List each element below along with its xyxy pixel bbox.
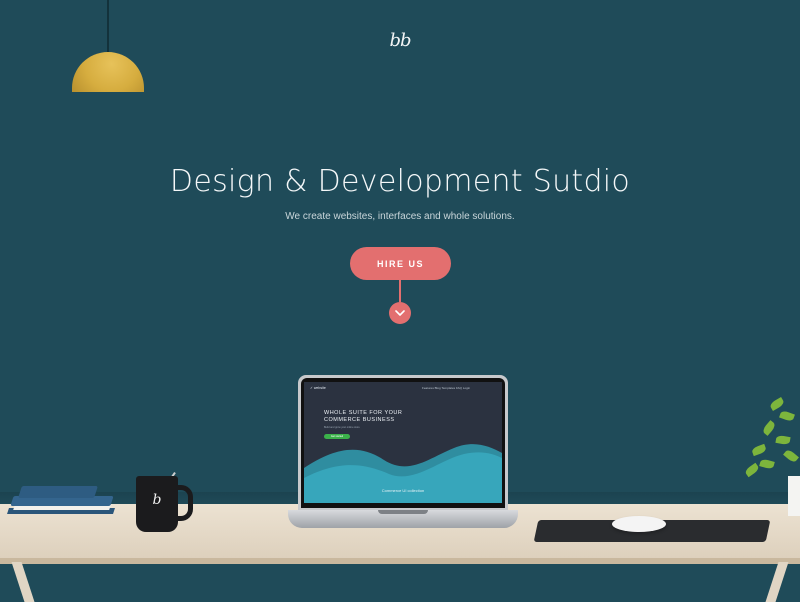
screen-waves bbox=[304, 444, 502, 503]
screen-footer-text: Commerce UI collection bbox=[381, 488, 425, 493]
page-subtitle: We create websites, interfaces and whole… bbox=[285, 211, 515, 222]
plant-leaf bbox=[743, 462, 761, 478]
chevron-down-icon bbox=[395, 310, 405, 316]
mug-logo: b bbox=[152, 492, 162, 508]
hire-us-button[interactable]: HIRE US bbox=[350, 247, 451, 280]
book bbox=[18, 486, 98, 498]
laptop-notch bbox=[378, 510, 428, 514]
screen-nav: Features Blog Templates FAQ Login bbox=[422, 386, 471, 390]
plant-leaf bbox=[761, 420, 777, 436]
lamp-wire bbox=[107, 0, 109, 58]
desk-edge bbox=[0, 558, 800, 564]
desk-leg-left bbox=[11, 562, 35, 602]
site-logo[interactable]: bb bbox=[0, 30, 800, 51]
plant-pot bbox=[788, 476, 800, 516]
laptop-screen: ✓ website Features Blog Templates FAQ Lo… bbox=[304, 382, 502, 503]
plant-leaf bbox=[779, 409, 795, 423]
desk-leg-right bbox=[765, 562, 789, 602]
page-title: Design & Development Sutdio bbox=[169, 164, 631, 199]
plant-leaf bbox=[751, 443, 767, 457]
scroll-down-button[interactable] bbox=[389, 302, 411, 324]
cta-connector-line bbox=[399, 280, 401, 302]
mouse bbox=[612, 516, 666, 532]
screen-logo: ✓ website bbox=[310, 386, 326, 390]
plant-leaf bbox=[768, 397, 786, 411]
screen-headline: WHOLE SUITE FOR YOUR COMMERCE BUSINESS bbox=[324, 410, 403, 423]
screen-subtext: Build and grow your online store bbox=[324, 426, 360, 429]
plant-leaf bbox=[759, 458, 775, 470]
plant-leaf bbox=[775, 434, 791, 446]
plant-leaf bbox=[783, 448, 799, 464]
pendant-lamp-icon bbox=[72, 52, 144, 92]
